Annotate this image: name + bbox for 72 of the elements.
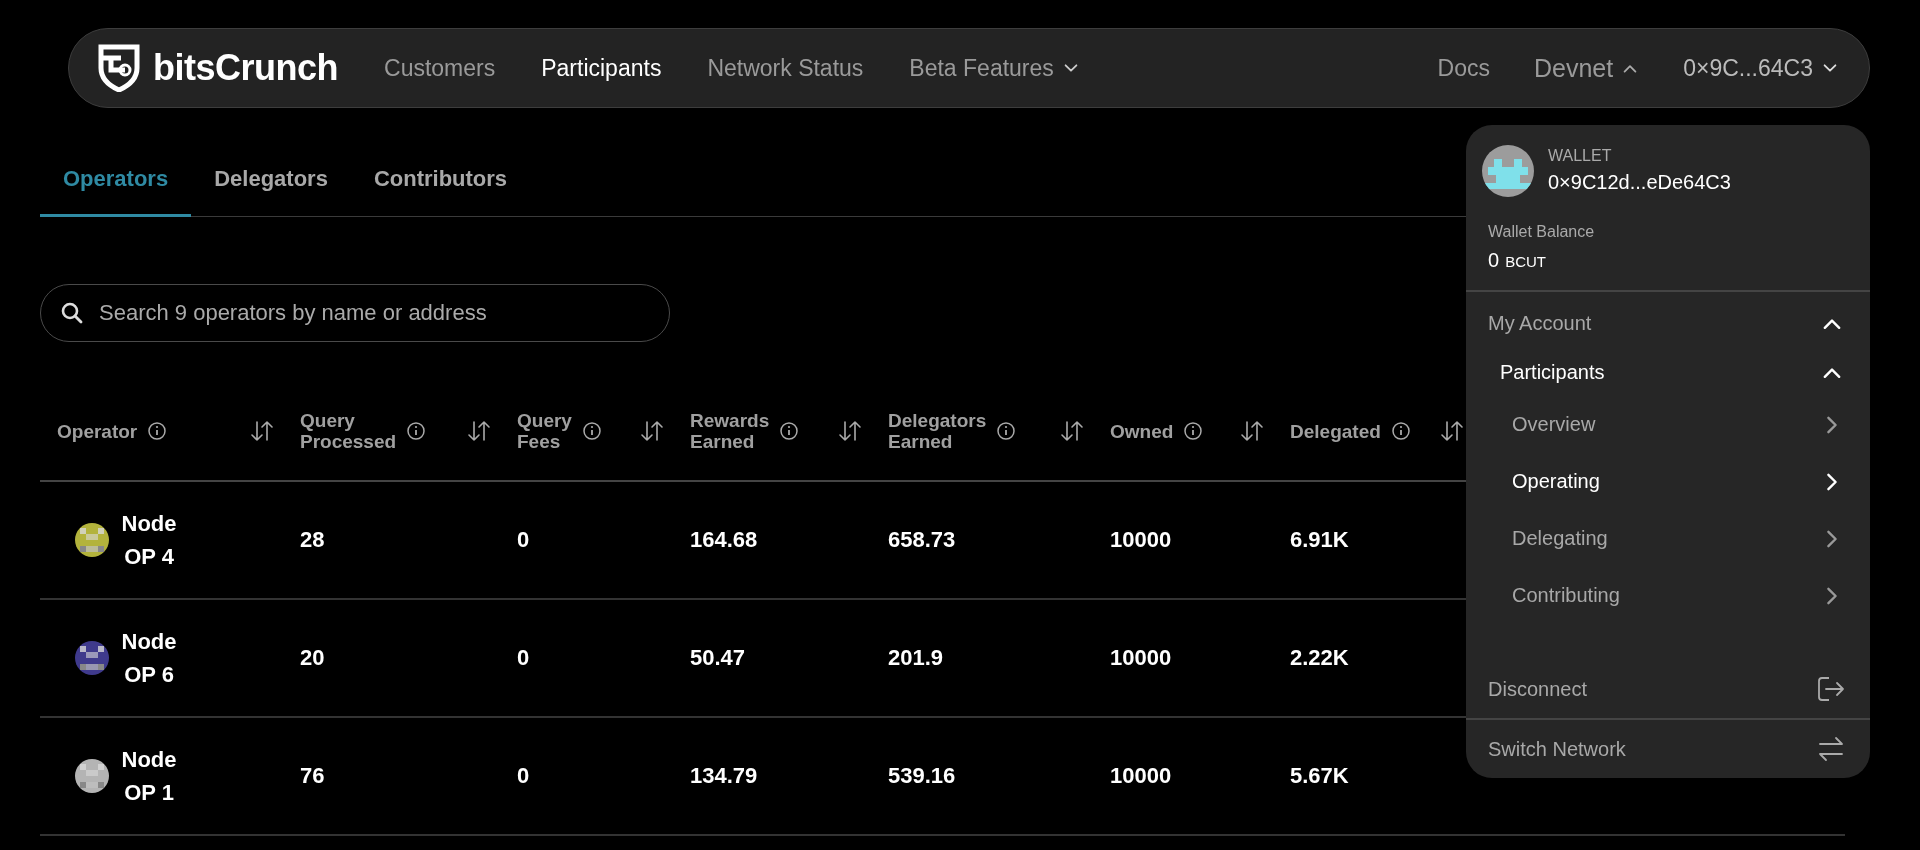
- info-icon: [1390, 421, 1411, 441]
- info-icon: [779, 421, 800, 441]
- table-cell-text: 658.73: [887, 527, 957, 553]
- column-header: Rewards Earned: [690, 410, 770, 452]
- menu-item[interactable]: Delegating: [1466, 510, 1870, 567]
- tab[interactable]: Contributors: [350, 148, 531, 217]
- sort-icon[interactable]: [639, 419, 665, 443]
- search-field[interactable]: Search 9 operators by name or address: [40, 284, 670, 342]
- menu-item[interactable]: Participants: [1466, 348, 1870, 396]
- balance-unit: BCUT: [1505, 253, 1546, 270]
- balance-label: Wallet Balance: [1488, 223, 1596, 241]
- nav-link[interactable]: Customers: [384, 54, 496, 82]
- table-cell-text: 76: [299, 763, 326, 789]
- column-header: Delegated: [1290, 420, 1381, 442]
- balance-value: 0: [1488, 249, 1500, 272]
- info-icon: [996, 421, 1017, 441]
- menu-item[interactable]: Contributing: [1466, 567, 1870, 624]
- network-selector[interactable]: Devnet: [1534, 53, 1640, 83]
- sort-icon[interactable]: [249, 419, 275, 443]
- table-cell-text: 0: [516, 527, 531, 553]
- wallet-address: 0×9C12d...eDe64C3: [1548, 171, 1731, 194]
- logout-icon: [1816, 675, 1846, 703]
- table-cell-text: 5.67K: [1289, 763, 1350, 789]
- table-cell-text: 201.9: [887, 645, 945, 671]
- sort-icon[interactable]: [1059, 419, 1085, 443]
- sort-icon[interactable]: [837, 419, 863, 443]
- table-cell-text: 164.68: [689, 527, 759, 553]
- table-cell-text: 28: [299, 527, 326, 553]
- operator-name: Node OP 1: [120, 746, 178, 807]
- info-icon: [581, 421, 602, 441]
- column-header: Delegators Earned: [888, 410, 987, 452]
- table-cell-text: 0: [516, 645, 531, 671]
- sort-icon[interactable]: [1439, 419, 1465, 443]
- table-cell-text: 0: [516, 763, 531, 789]
- table-cell-text: 20: [299, 645, 326, 671]
- wallet-avatar-icon: [1482, 145, 1534, 197]
- table-cell-text: 10000: [1109, 763, 1173, 789]
- sort-icon[interactable]: [466, 419, 492, 443]
- tab[interactable]: Operators: [40, 148, 192, 217]
- operator-name: Node OP 4: [120, 510, 178, 571]
- menu-item[interactable]: Operating: [1466, 453, 1870, 510]
- column-header: Owned: [1110, 420, 1174, 442]
- shield-logo-icon: [97, 44, 141, 92]
- info-icon: [1183, 421, 1204, 441]
- table-cell-text: 50.47: [689, 645, 747, 671]
- table-cell-text: 539.16: [887, 763, 957, 789]
- nav-link[interactable]: Network Status: [707, 54, 864, 82]
- column-header: Operator: [57, 420, 138, 442]
- table-cell-text: 2.22K: [1289, 645, 1350, 671]
- tab[interactable]: Delegators: [191, 148, 351, 217]
- table-cell-text: 6.91K: [1289, 527, 1350, 553]
- nav-link[interactable]: Participants: [541, 54, 662, 82]
- table-cell-text: 134.79: [689, 763, 759, 789]
- swap-arrows-icon: [1816, 735, 1846, 763]
- nav-link[interactable]: Beta Features: [909, 54, 1080, 82]
- table-cell-text: 10000: [1109, 527, 1173, 553]
- table-cell-text: 10000: [1109, 645, 1173, 671]
- menu-action[interactable]: Disconnect: [1466, 660, 1870, 718]
- info-icon: [406, 421, 427, 441]
- menu-item[interactable]: My Account: [1466, 298, 1870, 348]
- account-selector[interactable]: 0×9C...64C3: [1683, 54, 1839, 82]
- wallet-heading: WALLET: [1548, 147, 1613, 165]
- menu-item[interactable]: Overview: [1466, 396, 1870, 453]
- search-icon: [60, 301, 84, 325]
- menu-action[interactable]: Switch Network: [1466, 718, 1870, 778]
- docs-link[interactable]: Docs: [1437, 54, 1490, 82]
- sort-icon[interactable]: [1239, 419, 1265, 443]
- column-header: Query Processed: [300, 410, 397, 452]
- info-icon: [147, 421, 168, 441]
- logo-text: bitsCrunch: [153, 47, 338, 89]
- operator-name: Node OP 6: [120, 628, 178, 689]
- column-header: Query Fees: [517, 410, 572, 452]
